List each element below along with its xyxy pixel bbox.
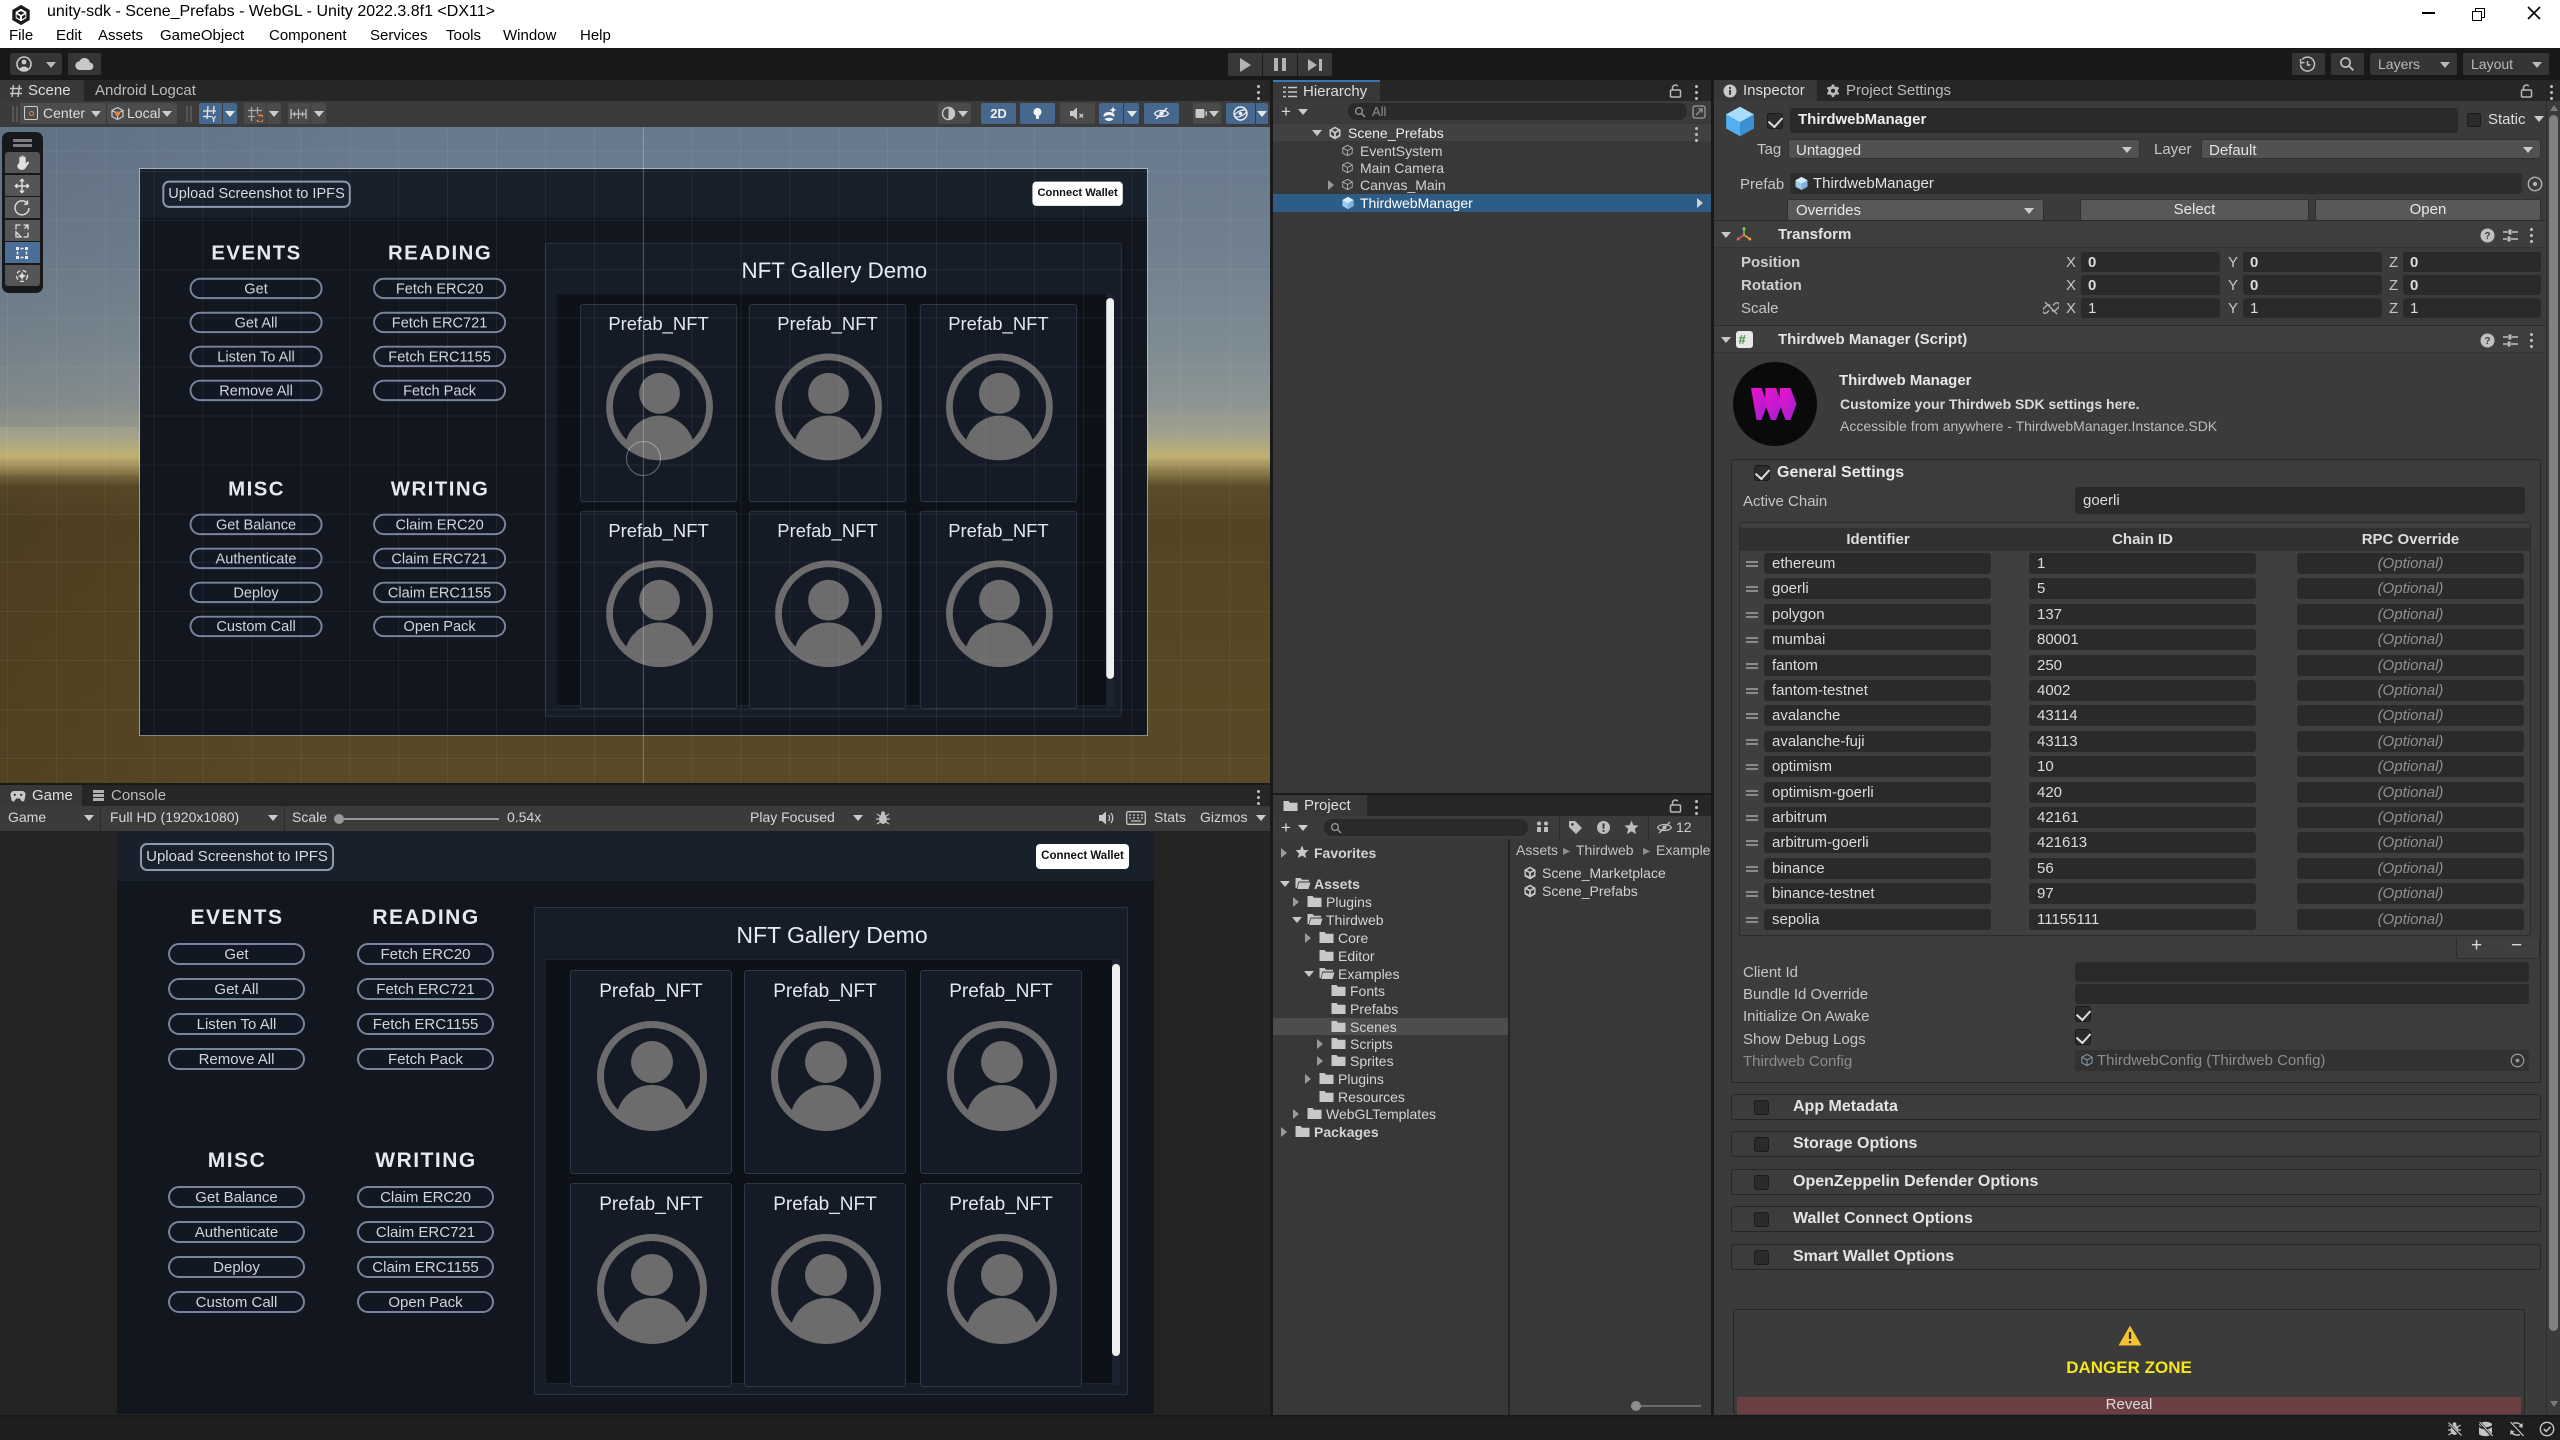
svg-text:?: ?: [2484, 231, 2490, 242]
svg-text:Y: Y: [211, 115, 217, 122]
svg-text:?: ?: [2484, 336, 2490, 347]
